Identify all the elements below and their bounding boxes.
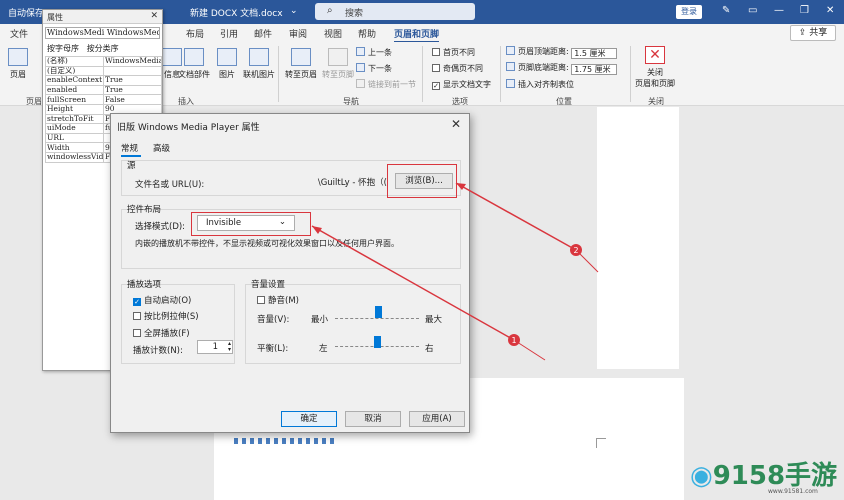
- watermark-brand: 9158手游: [712, 461, 838, 491]
- watermark-logo: ◉9158手游: [690, 455, 837, 492]
- watermark-logo-icon: ◉: [690, 461, 713, 491]
- arrowhead-1: [312, 226, 322, 234]
- arrowhead-2: [456, 183, 466, 190]
- marker-label-1: 1: [511, 336, 516, 345]
- watermark-url: www.91581.com: [768, 488, 818, 495]
- arrow-line-1: [311, 225, 515, 341]
- annotation-overlay: 1 2: [311, 182, 599, 361]
- arrow-line-2: [455, 182, 577, 251]
- marker-label-2: 2: [573, 246, 578, 255]
